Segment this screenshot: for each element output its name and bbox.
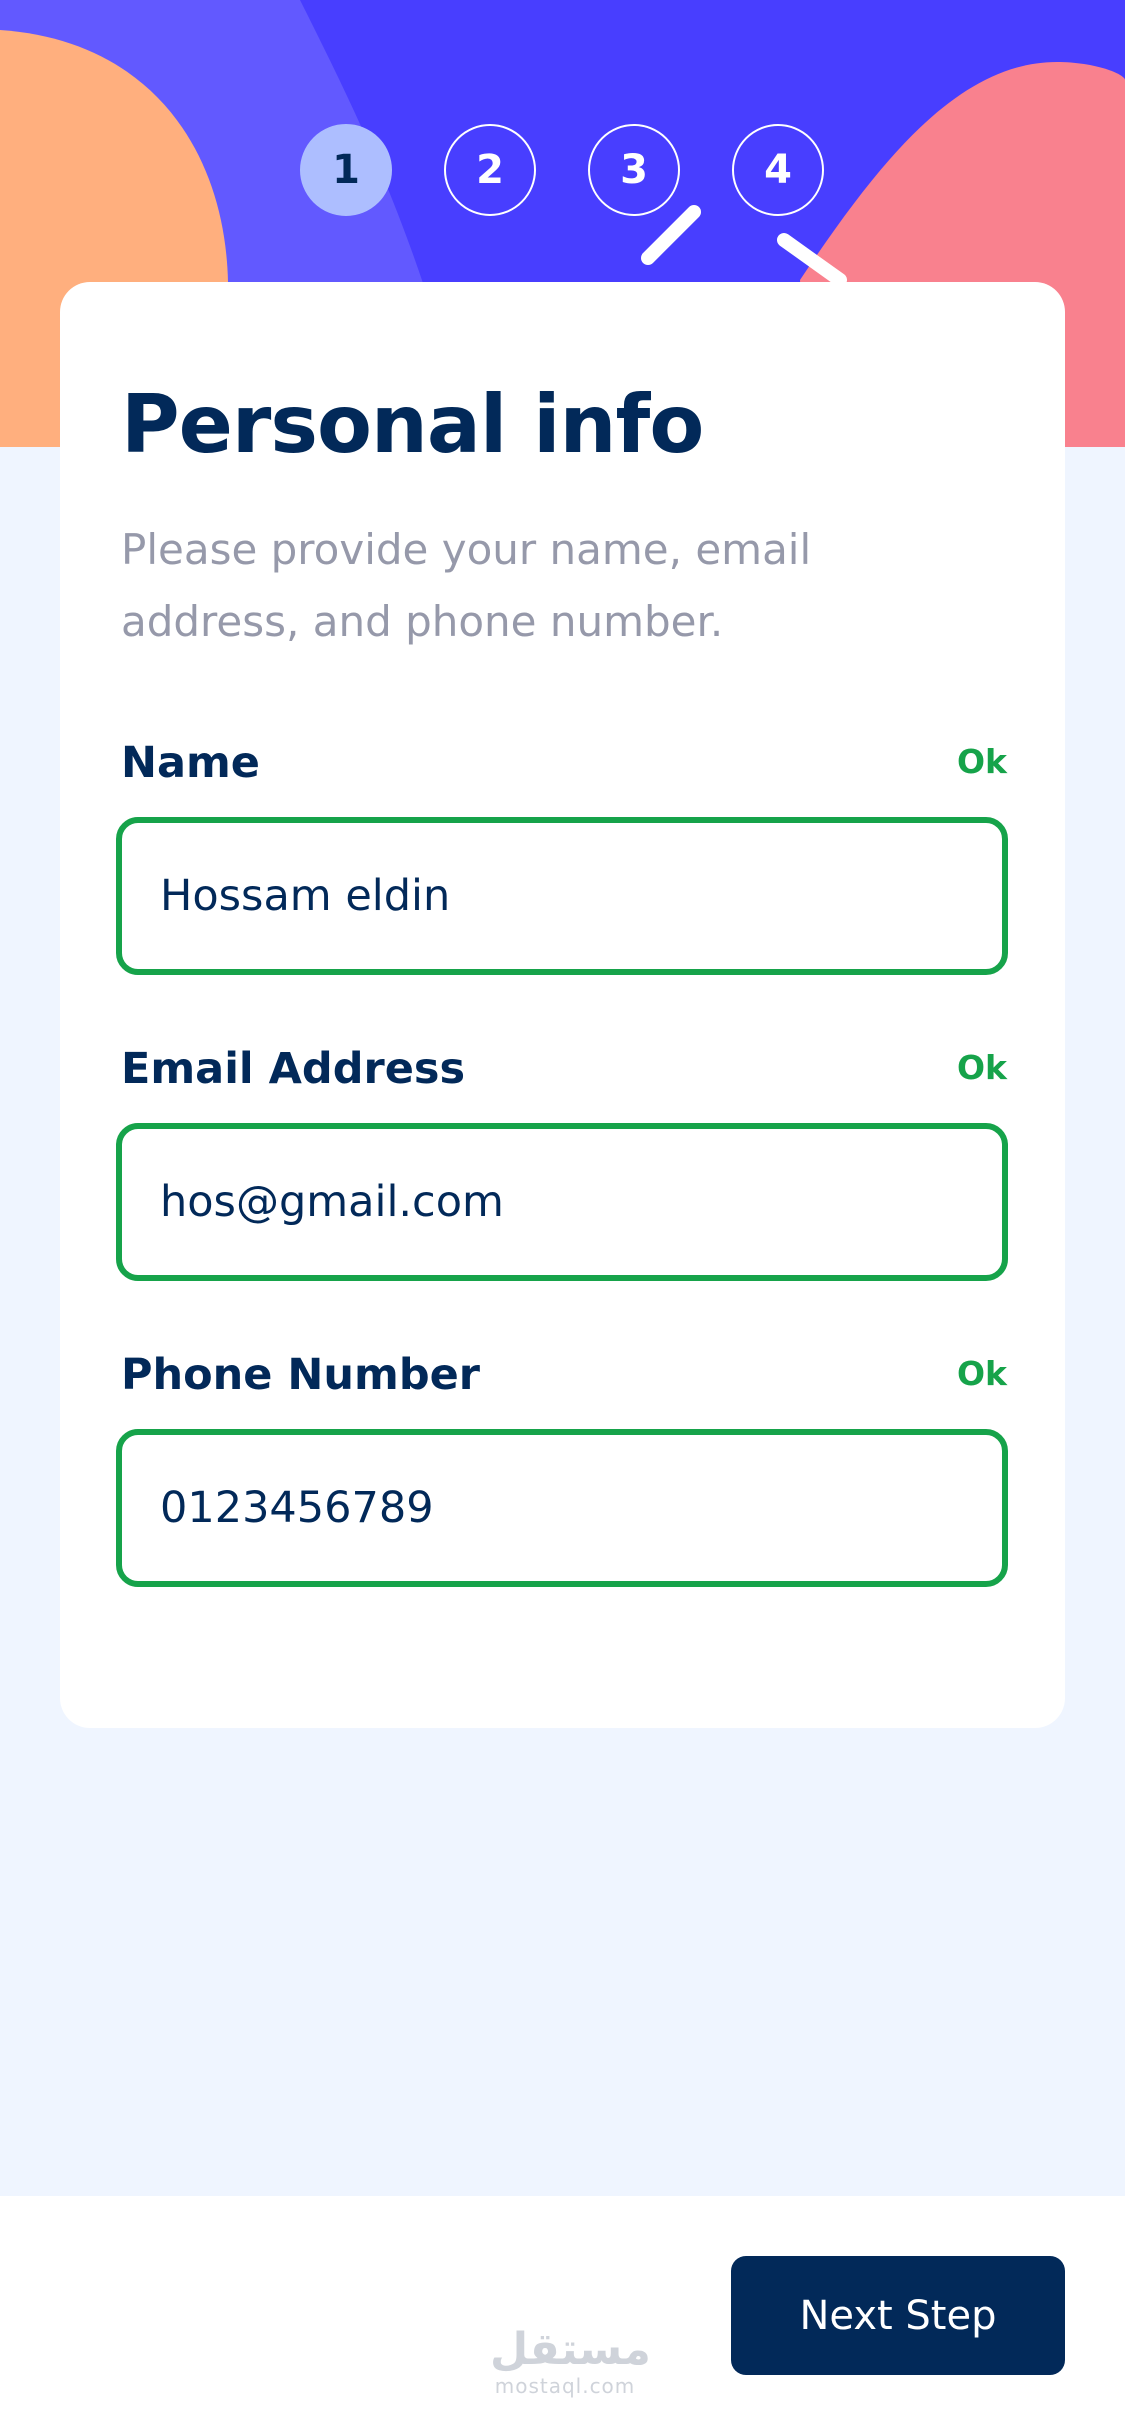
step-1-circle[interactable]: 1 <box>300 124 392 216</box>
watermark-arabic: مستقل <box>490 2324 651 2375</box>
email-input[interactable] <box>116 1123 1008 1281</box>
name-status: Ok <box>957 742 1007 781</box>
next-step-button[interactable]: Next Step <box>731 2256 1065 2375</box>
name-input[interactable] <box>116 817 1008 975</box>
step-2-circle[interactable]: 2 <box>444 124 536 216</box>
phone-label: Phone Number <box>121 1350 480 1400</box>
phone-input[interactable] <box>116 1429 1008 1587</box>
email-label: Email Address <box>121 1044 466 1094</box>
footer-bar: مستقل mostaql.com Next Step <box>0 2196 1125 2435</box>
name-label: Name <box>121 738 260 788</box>
watermark-logo: مستقل mostaql.com <box>490 2324 651 2399</box>
watermark-latin: mostaql.com <box>494 2374 636 2398</box>
step-4-circle[interactable]: 4 <box>732 124 824 216</box>
email-status: Ok <box>957 1048 1007 1087</box>
phone-status: Ok <box>957 1354 1007 1393</box>
page-subtitle: Please provide your name, email address,… <box>121 525 812 646</box>
page-title: Personal info <box>121 378 704 471</box>
step-indicator: 1 2 3 4 <box>0 124 1125 220</box>
step-3-circle[interactable]: 3 <box>588 124 680 216</box>
personal-info-card: Personal info Please provide your name, … <box>60 282 1065 1728</box>
